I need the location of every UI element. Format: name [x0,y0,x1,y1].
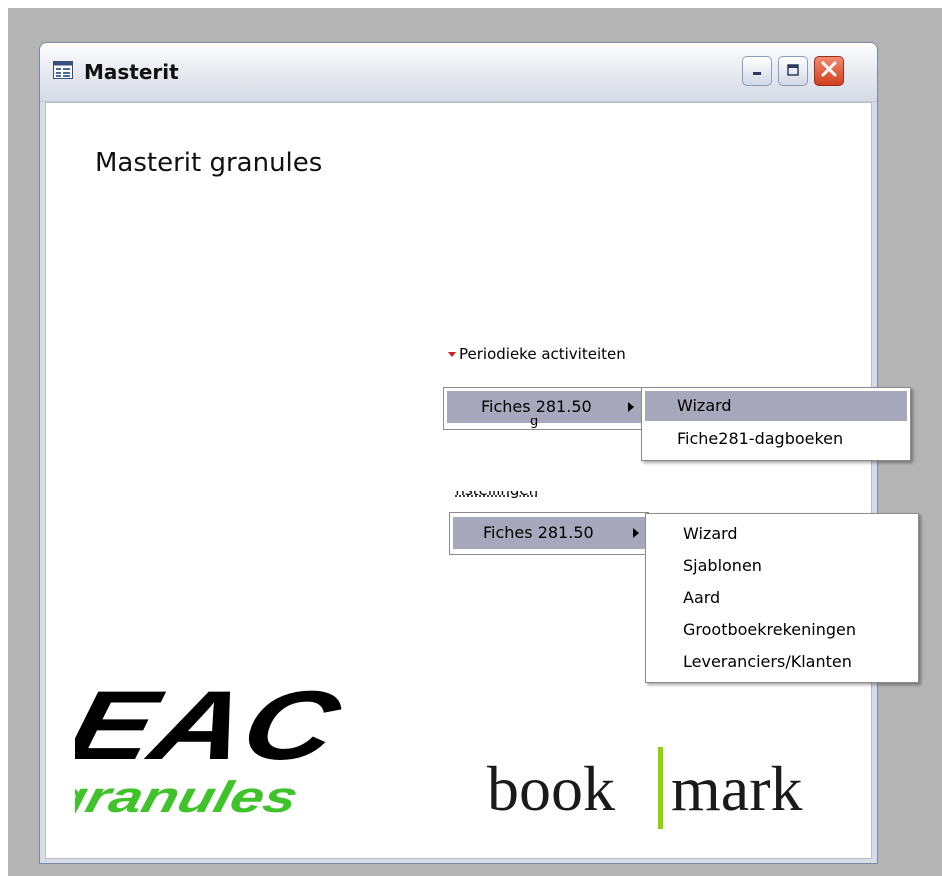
periodic-activities-label: Periodieke activiteiten [459,345,626,363]
title-bar[interactable]: Masterit [40,43,877,102]
eac-logo-text: EAC [75,677,352,781]
eac-granules-logo: EAC granules [44,671,375,831]
periodic-activities-header[interactable]: Periodieke activiteiten [448,345,626,363]
settings-submenu: Wizard Sjablonen Aard Grootboekrekeninge… [645,513,919,683]
minimize-icon [750,62,764,81]
submenu-arrow-icon [633,528,639,538]
settings-fiches-label: Fiches 281.50 [483,523,594,542]
bookmark-logo: book mark [487,735,867,839]
maximize-button[interactable] [778,56,808,86]
periodic-fiches-label: Fiches 281.50 [481,397,592,416]
minimize-button[interactable] [742,56,772,86]
maximize-icon [786,62,800,81]
settings-submenu-item-grootboekrekeningen[interactable]: Grootboekrekeningen [646,614,918,646]
collapse-triangle-icon [448,352,456,357]
page-title: Masterit granules [95,148,323,178]
settings-submenu-item-wizard[interactable]: Wizard [646,518,918,550]
settings-submenu-item-leveranciers[interactable]: Leveranciers/Klanten [646,646,918,678]
periodic-fiches-menu-item[interactable]: Fiches 281.50 [447,391,642,423]
bookmark-divider-bar [658,747,663,829]
periodic-submenu: Wizard Fiche281-dagboeken [641,387,911,461]
bookmark-logo-right: mark [671,753,803,824]
settings-submenu-item-aard[interactable]: Aard [646,582,918,614]
settings-submenu-item-sjablonen[interactable]: Sjablonen [646,550,918,582]
periodic-submenu-item-wizard[interactable]: Wizard [645,391,907,421]
settings-fiches-menu-item[interactable]: Fiches 281.50 [453,517,648,549]
granules-logo-text: granules [75,774,303,822]
settings-header[interactable]: Instellingen [455,491,595,501]
bookmark-logo-left: book [487,753,615,824]
submenu-arrow-icon [628,402,634,412]
close-icon [820,60,838,82]
form-icon [53,61,73,79]
periodic-submenu-item-dagboeken[interactable]: Fiche281-dagboeken [645,424,907,454]
window-title: Masterit [84,60,179,84]
close-button[interactable] [814,56,844,86]
obscured-menu-text: g [530,418,539,428]
settings-label: Instellingen [455,491,538,499]
